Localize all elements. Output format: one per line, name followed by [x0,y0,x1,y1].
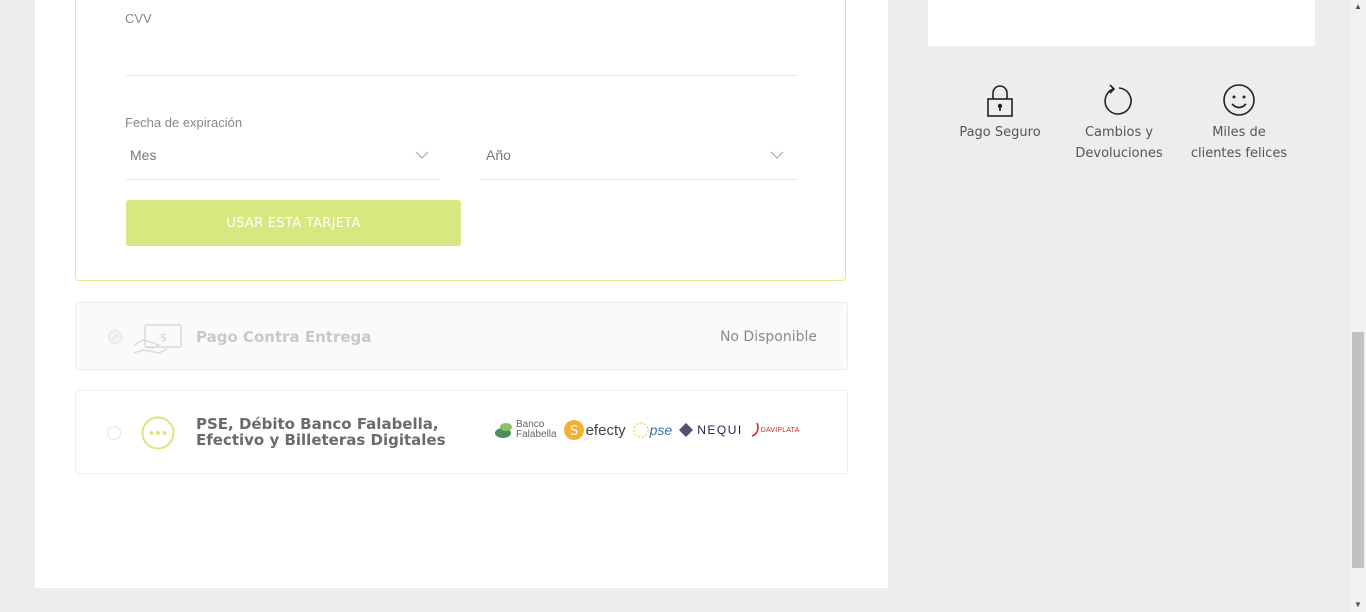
order-summary-card [928,0,1315,46]
pse-option[interactable]: PSE, Débito Banco Falabella, Efectivo y … [75,390,848,474]
chevron-down-icon [415,151,429,159]
month-select-value: Mes [130,147,157,163]
year-underline [481,179,797,180]
pse-radio[interactable] [107,426,121,440]
efecty-coin-icon: S [563,420,584,440]
cash-on-delivery-option: $ Pago Contra Entrega No Disponible [75,302,848,370]
svg-text:S: S [570,424,578,439]
efecty-logo: S efecty [563,419,626,441]
efecty-text: efecty [585,421,626,439]
cod-radio-disabled [108,330,122,344]
banco-falabella-logo: Banco Falabella [494,420,557,440]
feature-secure-label: Pago Seguro [959,125,1041,140]
refresh-icon [1104,84,1132,115]
daviplata-text: DAVIPLATA [760,426,800,434]
use-card-button[interactable]: USAR ESTA TARJETA [126,200,461,246]
scroll-up-icon[interactable]: ▲ [1354,2,1362,11]
feature-secure-payment: Pago Seguro [940,84,1060,143]
feature-returns-line2: Devoluciones [1075,146,1163,161]
cvv-input[interactable] [126,75,797,76]
month-underline [126,179,440,180]
more-dots-icon [141,416,175,450]
lock-icon [987,85,1013,117]
feature-returns-line1: Cambios y [1084,125,1154,140]
scrollbar-thumb[interactable] [1352,332,1364,568]
cod-status: No Disponible [719,329,817,345]
feature-clients-line1: Miles de [1212,125,1266,140]
expiry-label: Fecha de expiración [125,115,243,130]
payment-brands: Banco Falabella S efecty pse NEQUI DAVIP… [494,419,799,441]
daviplata-logo: DAVIPLATA [749,422,800,438]
svg-text:$: $ [160,331,167,344]
year-select-value: Año [486,147,511,163]
smiley-icon [1223,84,1255,116]
cod-title: Pago Contra Entrega [196,328,372,346]
scroll-down-icon[interactable]: ▼ [1354,600,1362,609]
feature-returns: Cambios y Devoluciones [1059,84,1179,164]
pse-logo: pse [632,421,673,439]
chevron-down-icon [770,151,784,159]
feature-clients-line2: clientes felices [1190,146,1288,161]
pse-title-line2: Efectivo y Billeteras Digitales [196,431,446,449]
nequi-text: NEQUI [697,423,743,437]
cvv-label: CVV [125,11,152,26]
pse-title-line1: PSE, Débito Banco Falabella, [196,415,439,433]
cash-hand-icon: $ [133,324,182,354]
falabella-line2: Falabella [516,429,557,440]
feature-happy-clients: Miles de clientes felices [1179,84,1299,164]
nequi-diamond-icon [679,423,694,437]
nequi-logo: NEQUI [678,422,743,438]
pse-text: pse [649,422,673,438]
daviplata-mark-icon [751,422,759,437]
pse-burst-icon [633,422,649,438]
falabella-leaf-icon [495,423,512,438]
